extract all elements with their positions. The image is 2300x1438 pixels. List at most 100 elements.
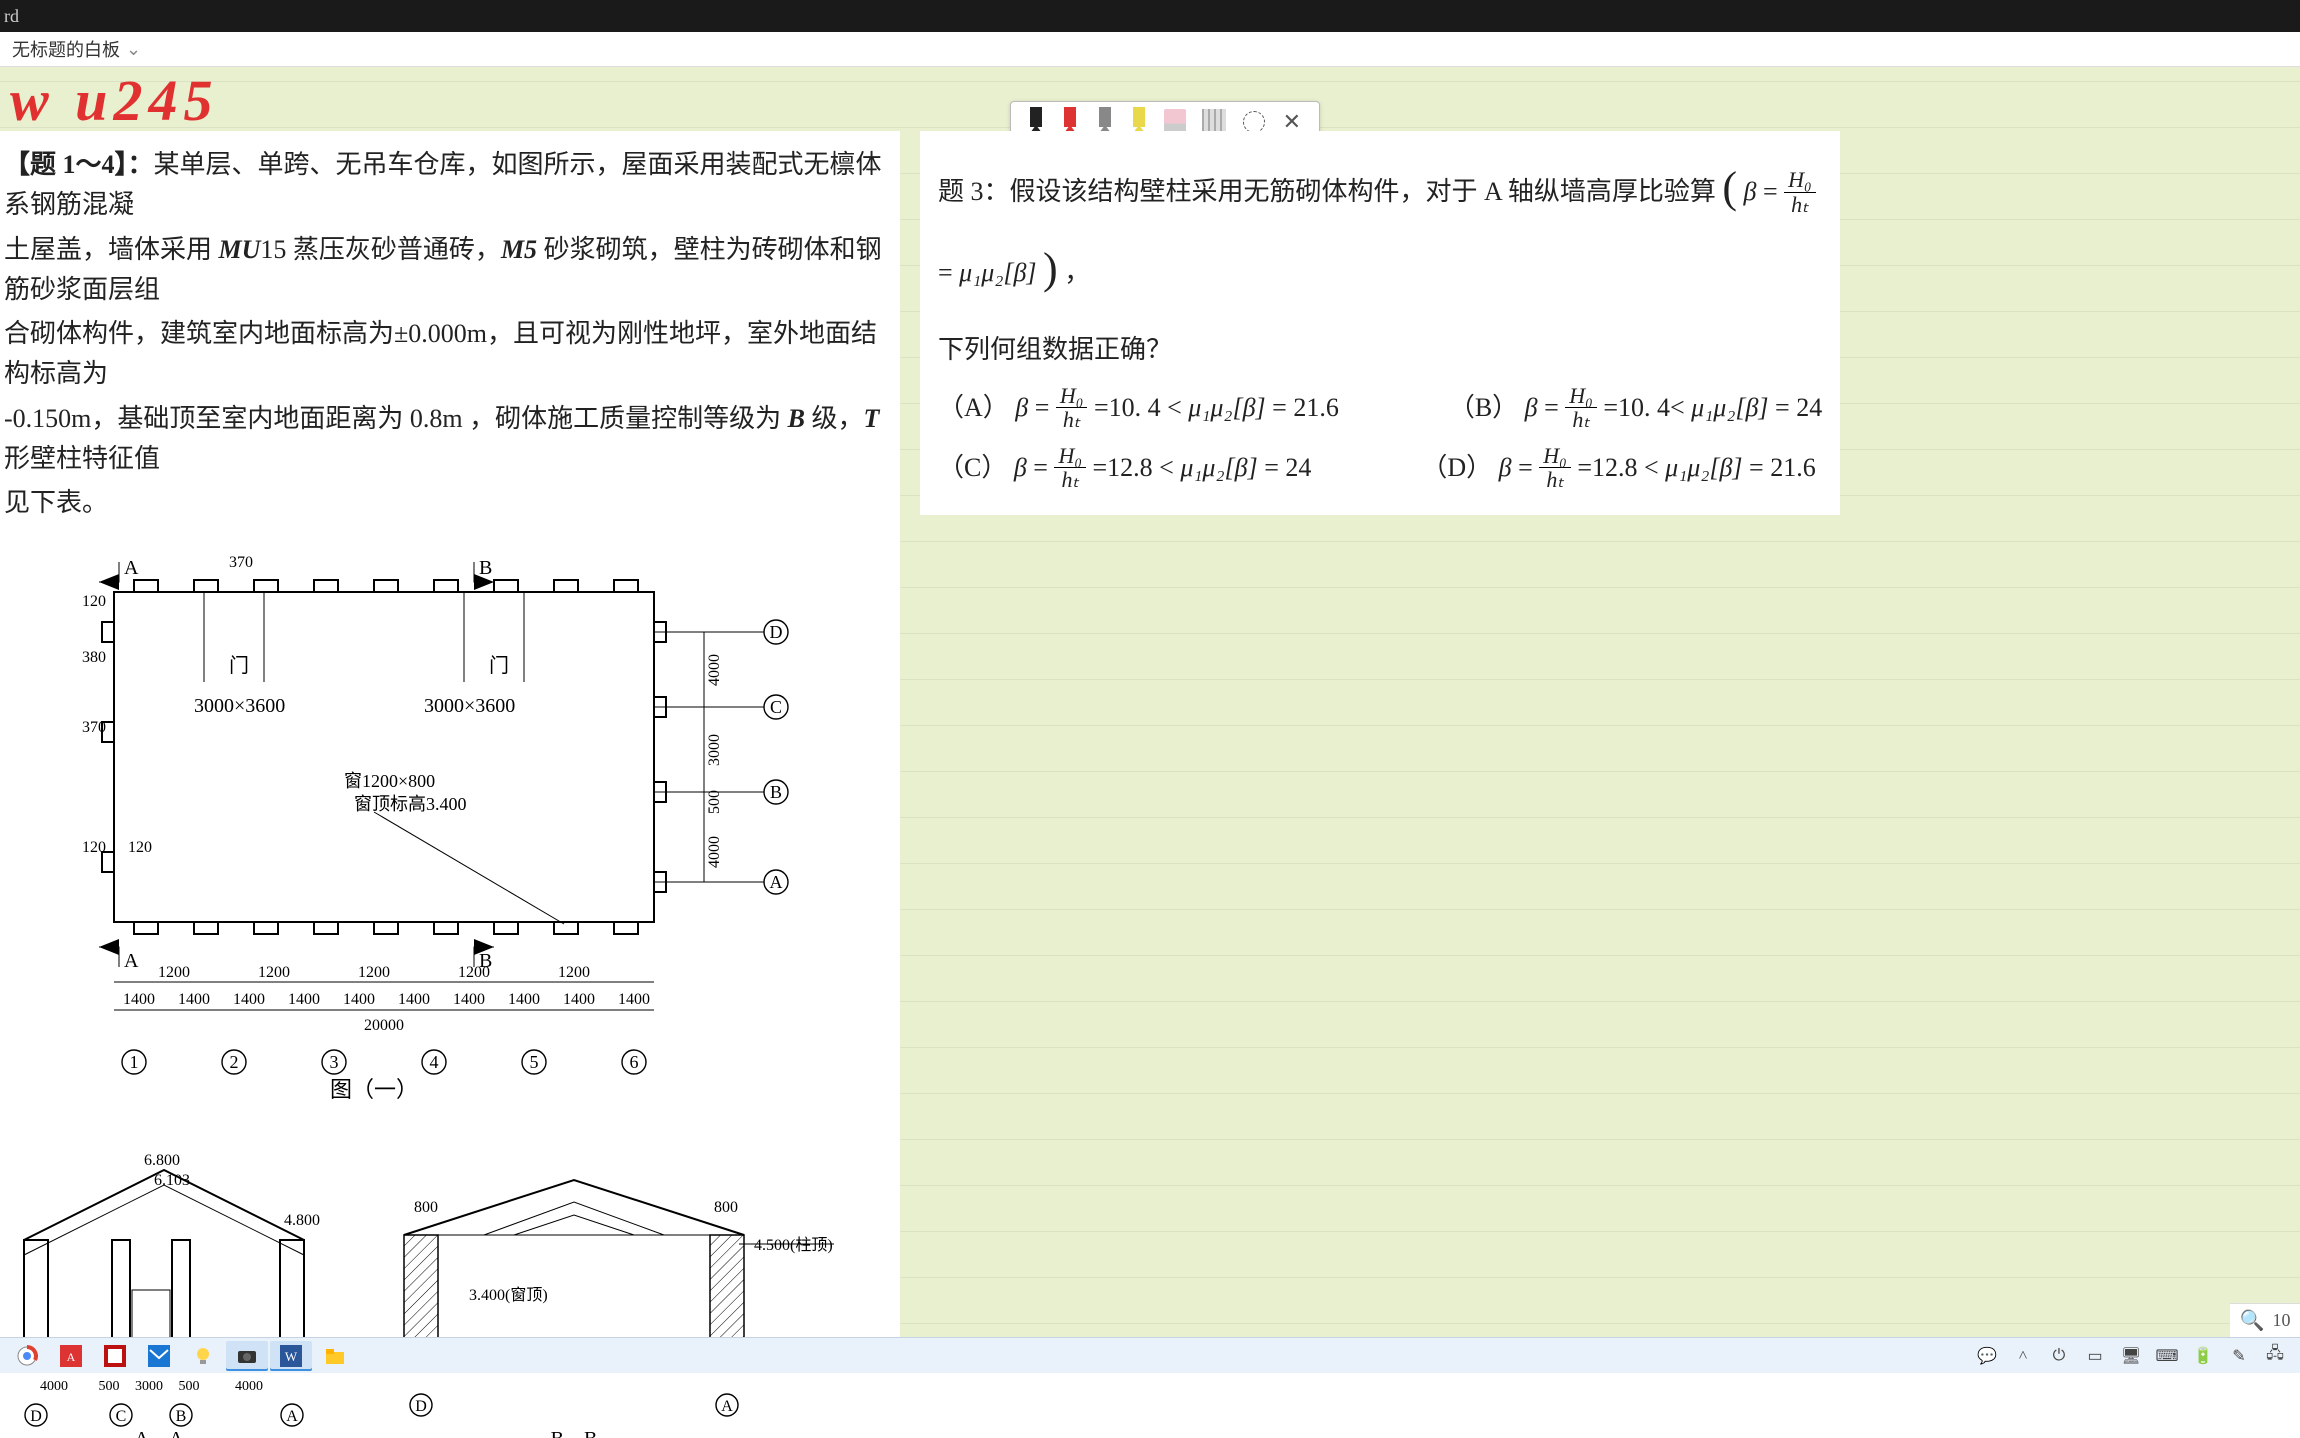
svg-text:C: C <box>770 697 782 717</box>
svg-text:1400: 1400 <box>233 991 265 1008</box>
svg-text:1400: 1400 <box>398 991 430 1008</box>
taskbar-app-camera[interactable] <box>226 1341 268 1371</box>
svg-text:D: D <box>770 622 783 642</box>
svg-text:800: 800 <box>414 1199 438 1216</box>
svg-text:3.400(窗顶): 3.400(窗顶) <box>469 1286 548 1304</box>
svg-text:3: 3 <box>330 1052 339 1072</box>
svg-text:1200: 1200 <box>258 964 290 981</box>
problem-heading: 【题 1～4】： <box>4 150 154 179</box>
taskbar-app-explorer[interactable] <box>314 1341 356 1371</box>
svg-text:门: 门 <box>229 654 249 677</box>
svg-text:1200: 1200 <box>158 964 190 981</box>
svg-text:4: 4 <box>430 1052 439 1072</box>
problem-statement: 【题 1～4】：某单层、单跨、无吊车仓库，如图所示，屋面采用装配式无檩体系钢筋混… <box>4 145 892 226</box>
svg-text:1200: 1200 <box>358 964 390 981</box>
magnifier-icon[interactable]: 🔍 <box>2240 1308 2265 1333</box>
question-3-panel: 题 3：假设该结构壁柱采用无筋砌体构件，对于 A 轴纵墙高厚比验算 ( β = … <box>920 131 1840 515</box>
taskbar-app-pdf[interactable]: A <box>50 1341 92 1371</box>
svg-text:4.500(柱顶): 4.500(柱顶) <box>754 1236 833 1254</box>
option-c: （C） β = H₀hₜ =12.8 < μ₁μ₂[β] = 24 <box>938 444 1311 494</box>
svg-text:1400: 1400 <box>453 991 485 1008</box>
taskbar-app-reader[interactable] <box>94 1341 136 1371</box>
svg-text:370: 370 <box>82 719 106 736</box>
svg-text:A: A <box>770 872 783 892</box>
svg-text:370: 370 <box>229 554 253 571</box>
svg-text:W: W <box>285 1349 298 1364</box>
svg-text:1200: 1200 <box>558 964 590 981</box>
taskbar-app-mail[interactable] <box>138 1341 180 1371</box>
tray-notif-icon[interactable]: 💬 <box>1978 1347 1996 1365</box>
taskbar-app-chrome[interactable] <box>6 1341 48 1371</box>
svg-text:1400: 1400 <box>618 991 650 1008</box>
svg-text:20000: 20000 <box>364 1017 404 1034</box>
zoom-percent: 10 <box>2272 1310 2290 1331</box>
tray-display-icon[interactable]: ▭ <box>2086 1347 2104 1365</box>
system-tray: 💬 ˄ ⏻ ▭ 🖥 ⌨ 🔋 ✎ 🖧 <box>1978 1347 2294 1365</box>
svg-text:5: 5 <box>530 1052 539 1072</box>
tray-screen-icon[interactable]: 🖥 <box>2122 1347 2140 1365</box>
svg-text:D: D <box>415 1398 427 1415</box>
left-document-panel: 【题 1～4】：某单层、单跨、无吊车仓库，如图所示，屋面采用装配式无檩体系钢筋混… <box>0 131 900 1438</box>
chevron-down-icon[interactable]: ⌄ <box>126 39 141 60</box>
svg-text:6.800: 6.800 <box>144 1152 180 1169</box>
tray-power-icon[interactable]: ⏻ <box>2050 1347 2068 1365</box>
svg-text:窗1200×800: 窗1200×800 <box>344 771 435 791</box>
svg-text:D: D <box>30 1408 42 1425</box>
svg-text:120: 120 <box>82 839 106 856</box>
taskbar-app-word[interactable]: W <box>270 1341 312 1371</box>
svg-text:120: 120 <box>82 593 106 610</box>
svg-text:C: C <box>116 1408 127 1425</box>
svg-text:3000×3600: 3000×3600 <box>424 695 515 717</box>
handwriting-scribble: w u245 <box>10 67 218 134</box>
close-icon[interactable]: ✕ <box>1281 111 1303 133</box>
tray-keyboard-icon[interactable]: ⌨ <box>2158 1347 2176 1365</box>
svg-text:A: A <box>124 557 139 579</box>
svg-text:4000: 4000 <box>235 1379 263 1394</box>
option-d: （D） β = H₀hₜ =12.8 < μ₁μ₂[β] = 21.6 <box>1421 444 1815 494</box>
tray-battery-icon[interactable]: 🔋 <box>2194 1347 2212 1365</box>
svg-text:500: 500 <box>99 1379 120 1394</box>
svg-text:图（一）: 图（一） <box>330 1077 418 1102</box>
svg-text:A: A <box>286 1408 298 1425</box>
svg-text:1400: 1400 <box>288 991 320 1008</box>
svg-text:3000: 3000 <box>135 1379 163 1394</box>
svg-text:1400: 1400 <box>563 991 595 1008</box>
document-tab-bar: 无标题的白板 ⌄ <box>0 32 2300 67</box>
svg-text:4.800: 4.800 <box>284 1212 320 1229</box>
tray-stylus-icon[interactable]: ✎ <box>2230 1347 2248 1365</box>
tray-network-icon[interactable]: 🖧 <box>2266 1347 2284 1365</box>
svg-text:1400: 1400 <box>508 991 540 1008</box>
svg-text:500: 500 <box>706 790 723 814</box>
svg-text:1400: 1400 <box>123 991 155 1008</box>
svg-text:2: 2 <box>230 1052 239 1072</box>
window-titlebar: rd <box>0 0 2300 32</box>
document-title[interactable]: 无标题的白板 <box>12 36 120 62</box>
figure-2-sections: 6.800 6.103 4.800 −0.150 4000 500 3000 5… <box>4 1140 864 1438</box>
svg-text:A: A <box>124 950 139 972</box>
taskbar-app-tips[interactable] <box>182 1341 224 1371</box>
svg-text:4000: 4000 <box>706 836 723 868</box>
svg-text:B: B <box>176 1408 187 1425</box>
q3-prompt: 下列何组数据正确？ <box>938 326 1822 374</box>
svg-text:A—A: A—A <box>135 1428 184 1438</box>
svg-text:A: A <box>67 1350 76 1364</box>
option-b: （B） β = H₀hₜ =10. 4< μ₁μ₂[β] = 24 <box>1449 384 1822 434</box>
zoom-bar: 🔍 10 <box>2230 1303 2300 1337</box>
svg-text:窗顶标高3.400: 窗顶标高3.400 <box>354 794 467 814</box>
svg-text:3000: 3000 <box>706 734 723 766</box>
figure-1-plan: 门 门 3000×3600 3000×3600 窗1200×800 窗顶标高3.… <box>4 552 824 1122</box>
tray-chevron-icon[interactable]: ˄ <box>2014 1347 2032 1365</box>
svg-text:1400: 1400 <box>178 991 210 1008</box>
svg-text:120: 120 <box>128 839 152 856</box>
svg-text:800: 800 <box>714 1199 738 1216</box>
svg-text:6.103: 6.103 <box>154 1172 190 1189</box>
lasso-select-icon[interactable] <box>1243 111 1265 133</box>
svg-text:门: 门 <box>489 654 509 677</box>
svg-text:B: B <box>770 782 782 802</box>
svg-text:B—B: B—B <box>551 1428 598 1438</box>
svg-text:3000×3600: 3000×3600 <box>194 695 285 717</box>
whiteboard-canvas[interactable]: w u245 ✕ 【题 1～4】：某单层、单跨、无吊车仓库，如图所示，屋面采用装… <box>0 67 2300 1373</box>
svg-text:1400: 1400 <box>343 991 375 1008</box>
svg-text:4000: 4000 <box>40 1379 68 1394</box>
svg-text:380: 380 <box>82 649 106 666</box>
